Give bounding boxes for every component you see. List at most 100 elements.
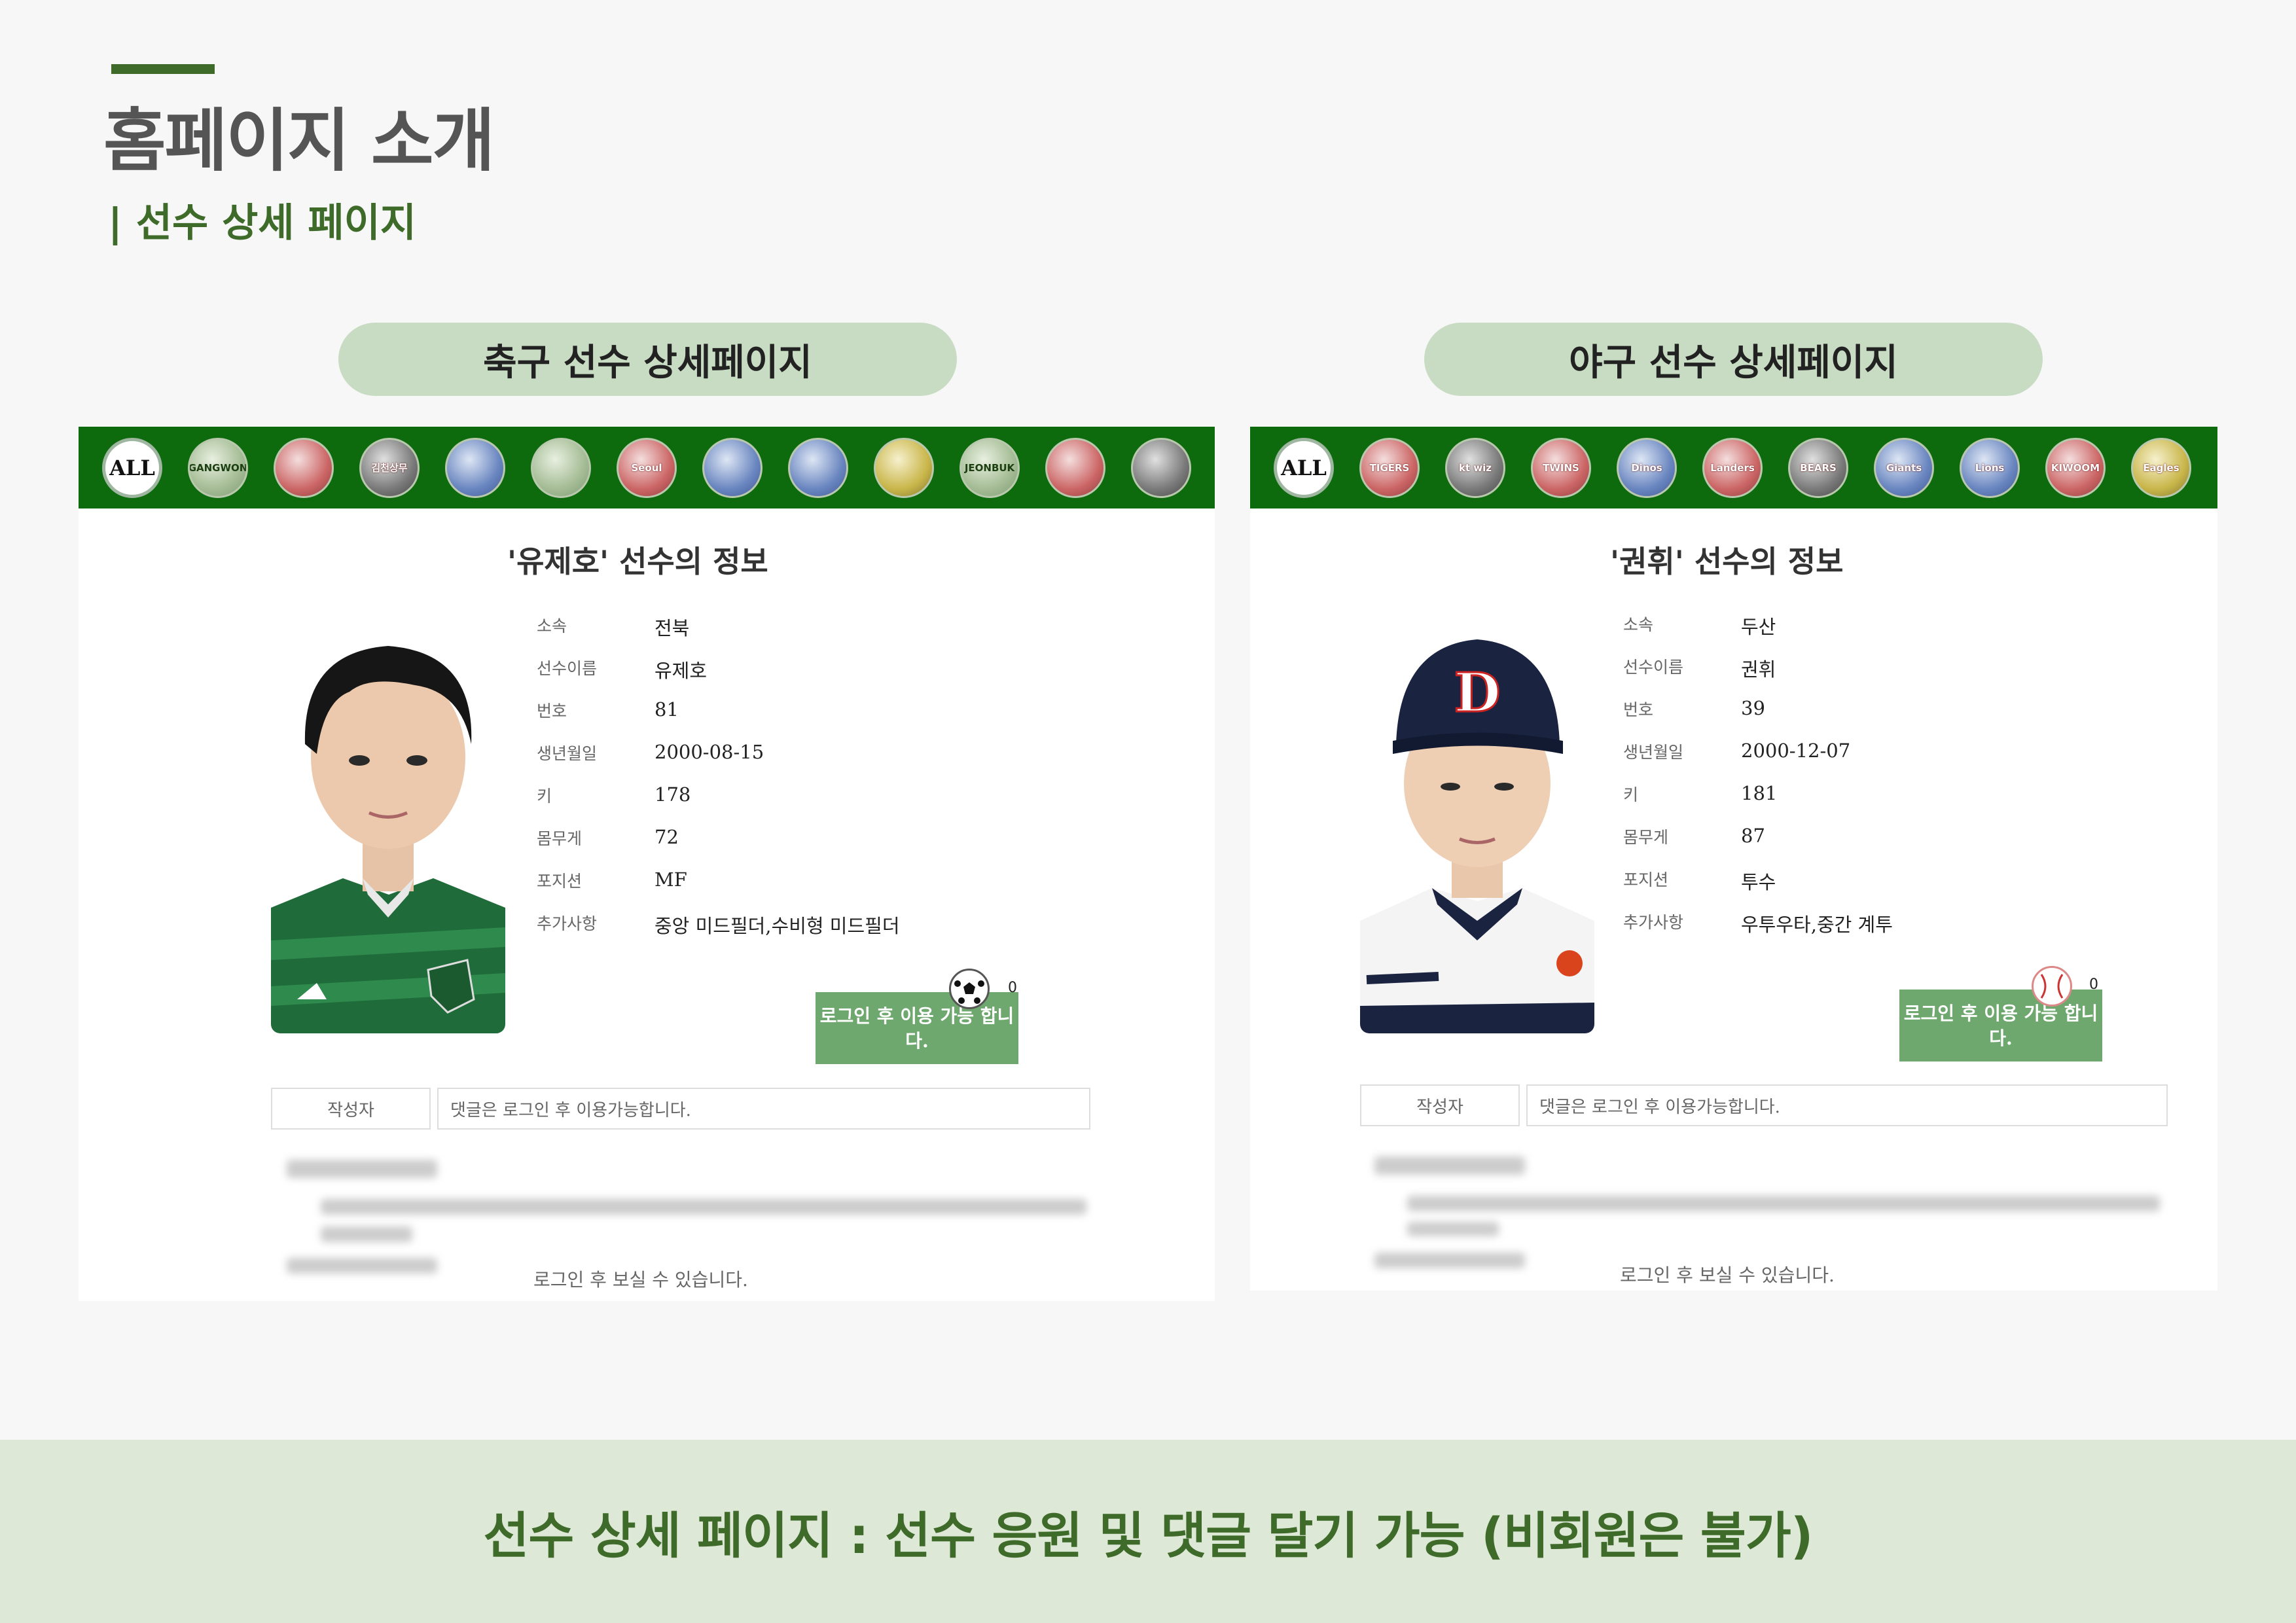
team-filter-gwangju[interactable] <box>274 437 334 498</box>
team-filter-landers[interactable]: Landers <box>1702 437 1763 498</box>
team-filter-gimcheon[interactable]: 김천상무 <box>359 437 420 498</box>
soccer-team-filter-bar: ALL GANGWON 김천상무 Seoul JEONBUK <box>79 427 1215 508</box>
field-team: 소속 두산 <box>1623 612 1893 654</box>
cheer-login-button[interactable]: 로그인 후 이용 가능 합니다. <box>816 992 1018 1064</box>
field-label: 번호 <box>537 702 567 721</box>
team-label: TWINS <box>1543 461 1579 474</box>
blurred-comment-author <box>287 1160 437 1178</box>
page-title: 홈페이지 소개 <box>103 101 495 181</box>
field-value: 권휘 <box>1741 658 1776 681</box>
team-filter-jeonbuk[interactable]: JEONBUK <box>960 437 1020 498</box>
team-filter-gangwon[interactable]: GANGWON <box>188 437 248 498</box>
field-value: 178 <box>655 783 691 806</box>
field-notes: 추가사항 우투우타,중간 계투 <box>1623 910 1893 952</box>
comment-input[interactable]: 댓글은 로그인 후 이용가능합니다. <box>1526 1084 2168 1126</box>
comment-writer-field[interactable]: 작성자 <box>271 1088 431 1130</box>
field-number: 번호 39 <box>1623 697 1893 740</box>
field-label: 소속 <box>1623 615 1654 634</box>
team-label: Dinos <box>1631 461 1662 474</box>
field-value: 전북 <box>655 617 690 639</box>
team-filter-twins[interactable]: TWINS <box>1531 437 1591 498</box>
team-label: Landers <box>1710 461 1755 474</box>
baseball-team-filter-bar: ALL TIGERS kt wiz TWINS Dinos Landers BE… <box>1250 427 2217 508</box>
team-filter-giants[interactable]: Giants <box>1874 437 1934 498</box>
slide: 홈페이지 소개 | 선수 상세 페이지 축구 선수 상세페이지 야구 선수 상세… <box>0 0 2296 1623</box>
blurred-comment-text <box>1407 1196 2160 1211</box>
team-filter-lions[interactable]: Lions <box>1960 437 2020 498</box>
field-height: 키 181 <box>1623 782 1893 825</box>
team-filter-dinos[interactable]: Dinos <box>1617 437 1677 498</box>
team-label: ALL <box>1281 455 1327 480</box>
field-number: 번호 81 <box>537 698 900 741</box>
field-weight: 몸무게 87 <box>1623 825 1893 867</box>
field-position: 포지션 MF <box>537 868 900 911</box>
field-label: 몸무게 <box>537 829 583 848</box>
field-label: 선수이름 <box>537 659 598 678</box>
field-notes: 추가사항 중앙 미드필더,수비형 미드필더 <box>537 911 900 954</box>
soccer-ball-icon[interactable] <box>949 969 990 1009</box>
field-value: 81 <box>655 698 679 721</box>
field-team: 소속 전북 <box>537 613 900 656</box>
blurred-comment-meta <box>1374 1253 1525 1268</box>
blurred-comment-text <box>1407 1222 1499 1236</box>
soccer-detail-screenshot: ALL GANGWON 김천상무 Seoul JEONBUK '유제호' 선수의… <box>79 427 1215 1301</box>
team-filter-incheon[interactable] <box>874 437 934 498</box>
field-weight: 몸무게 72 <box>537 826 900 868</box>
cheer-count: 0 <box>1008 980 1017 996</box>
field-birthdate: 생년월일 2000-12-07 <box>1623 740 1893 782</box>
comment-input[interactable]: 댓글은 로그인 후 이용가능합니다. <box>437 1088 1090 1130</box>
player-info-title: '권휘' 선수의 정보 <box>1610 544 1844 579</box>
title-accent-bar <box>111 64 215 74</box>
team-filter-tigers[interactable]: TIGERS <box>1359 437 1420 498</box>
field-value: 중앙 미드필더,수비형 미드필더 <box>655 915 900 937</box>
team-filter-pohang[interactable] <box>1131 437 1191 498</box>
team-label: JEONBUK <box>964 461 1015 474</box>
field-label: 포지션 <box>1623 870 1669 889</box>
field-value: 2000-12-07 <box>1741 740 1851 762</box>
comment-writer-field[interactable]: 작성자 <box>1360 1084 1520 1126</box>
field-value: 두산 <box>1741 616 1776 638</box>
blurred-comment-text <box>321 1226 412 1242</box>
field-position: 포지션 투수 <box>1623 867 1893 910</box>
player-fields: 소속 전북 선수이름 유제호 번호 81 생년월일 2000-08-15 키 178 몸무… <box>537 613 900 954</box>
field-label: 생년월일 <box>537 744 598 763</box>
team-filter-bears[interactable]: BEARS <box>1788 437 1848 498</box>
team-filter-eagles[interactable]: Eagles <box>2131 437 2191 498</box>
player-info-title: '유제호' 선수의 정보 <box>507 544 768 579</box>
field-name: 선수이름 유제호 <box>537 656 900 698</box>
field-label: 번호 <box>1623 700 1654 719</box>
team-filter-jeju[interactable] <box>1045 437 1105 498</box>
team-filter-suwon[interactable] <box>702 437 762 498</box>
team-filter-seoul[interactable]: Seoul <box>617 437 677 498</box>
team-label: kt wiz <box>1458 461 1492 474</box>
field-birthdate: 생년월일 2000-08-15 <box>537 741 900 783</box>
page-subtitle: | 선수 상세 페이지 <box>108 200 416 246</box>
baseball-icon[interactable] <box>2032 966 2072 1007</box>
field-value: 투수 <box>1741 871 1776 893</box>
field-value: 39 <box>1741 697 1765 719</box>
blurred-comment-text <box>321 1199 1086 1215</box>
login-to-view-note: 로그인 후 보실 수 있습니다. <box>533 1269 748 1291</box>
team-filter-kiwoom[interactable]: KIWOOM <box>2045 437 2106 498</box>
footer-caption: 선수 상세 페이지 : 선수 응원 및 댓글 달기 가능 (비회원은 불가) <box>0 1440 2296 1623</box>
field-label: 키 <box>537 787 552 806</box>
field-value: 유제호 <box>655 660 708 682</box>
field-value: 87 <box>1741 825 1765 847</box>
team-filter-daejeon[interactable] <box>531 437 591 498</box>
cheer-login-button[interactable]: 로그인 후 이용 가능 합니다. <box>1899 990 2102 1061</box>
soccer-section-label: 축구 선수 상세페이지 <box>338 323 957 396</box>
field-value: 2000-08-15 <box>655 741 764 763</box>
team-filter-all[interactable]: ALL <box>102 437 162 498</box>
team-filter-all[interactable]: ALL <box>1274 437 1334 498</box>
team-label: Lions <box>1975 461 2005 474</box>
field-label: 추가사항 <box>537 914 598 933</box>
team-filter-daegu[interactable] <box>445 437 505 498</box>
team-filter-ulsan[interactable] <box>788 437 848 498</box>
team-filter-ktwiz[interactable]: kt wiz <box>1445 437 1505 498</box>
team-label: ALL <box>109 455 155 480</box>
field-label: 몸무게 <box>1623 828 1669 847</box>
baseball-section-label: 야구 선수 상세페이지 <box>1424 323 2043 396</box>
cheer-count: 0 <box>2089 976 2098 993</box>
field-label: 선수이름 <box>1623 658 1684 677</box>
blurred-comment-author <box>1374 1156 1525 1175</box>
